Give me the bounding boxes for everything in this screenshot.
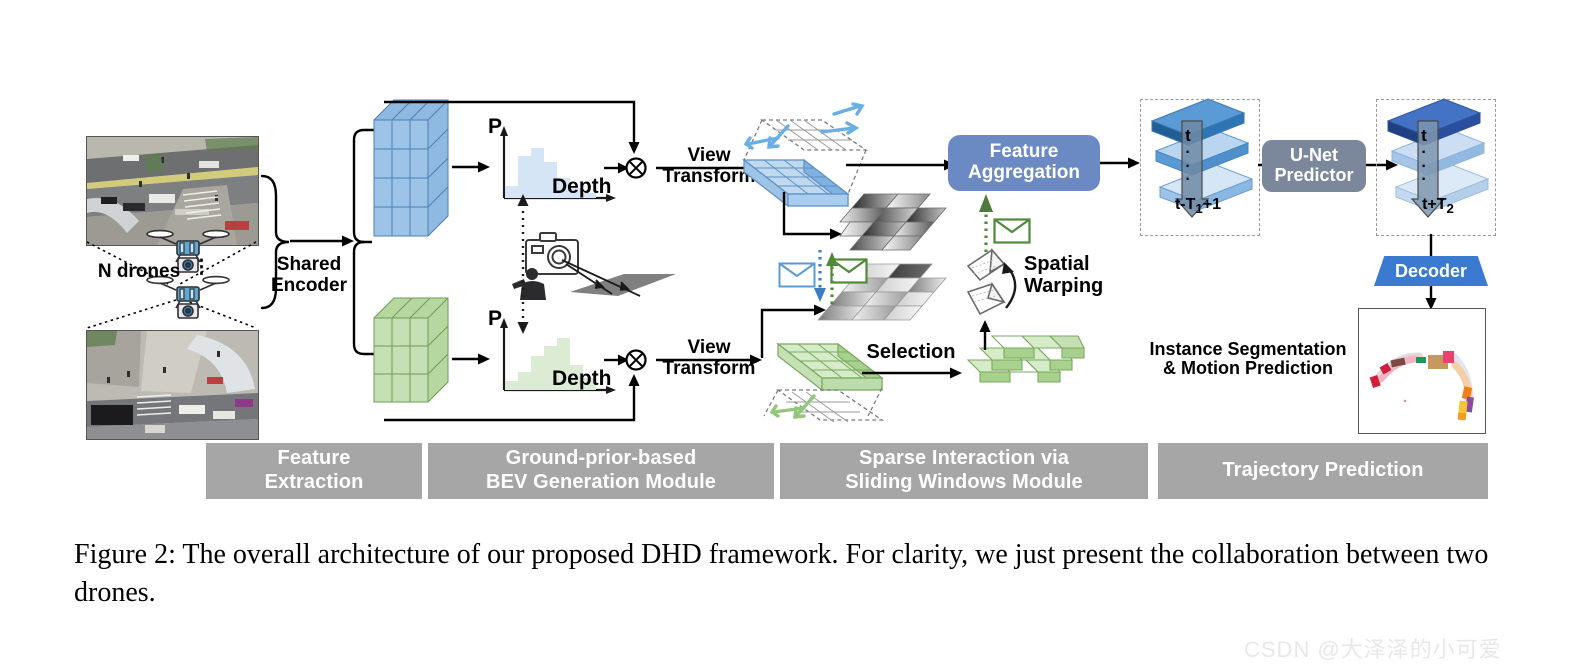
history-top-label: t (1185, 126, 1191, 145)
drones-ellipsis: ⋮ (192, 257, 211, 278)
aggregation-to-history-arrow (1100, 157, 1140, 169)
blue-skip-connection (384, 100, 640, 154)
shared-encoder-label: Shared Encoder (266, 254, 352, 296)
stage-3-line1: Trajectory Prediction (1222, 459, 1424, 482)
feature-aggregation-line2: Aggregation (968, 162, 1080, 183)
attention-map-upper (839, 193, 947, 251)
bev-slab-blue-to-aggregation-arrow (846, 159, 956, 171)
stage-trajectory-prediction: Trajectory Prediction (1158, 443, 1488, 499)
blue-cube-to-hist-arrow (452, 161, 490, 173)
envelope-icon-green-upper (993, 218, 1031, 244)
envelope-icon-blue (778, 262, 816, 288)
shared-encoder-line1: Shared (276, 254, 342, 275)
shared-encoder-line2: Encoder (270, 274, 348, 296)
ground-prior-icon (512, 232, 676, 300)
result-caption-line2: & Motion Prediction (1163, 358, 1333, 379)
stage-0-line2: Extraction (264, 471, 364, 493)
shared-encoder-arrow (290, 235, 354, 247)
green-cube-to-hist-arrow (452, 353, 490, 365)
green-skip-connection (384, 374, 640, 422)
stage-2-line1: Sparse Interaction via (858, 447, 1070, 470)
aerial-image-bottom (86, 330, 259, 440)
unet-predictor-box[interactable]: U-Net Predictor (1262, 140, 1366, 192)
stage-1-line2: BEV Generation Module (486, 471, 716, 493)
axis-label-depth-blue: Depth (552, 175, 612, 198)
frustum-pair-icon (966, 248, 1017, 316)
decoder-box[interactable]: Decoder (1374, 256, 1488, 286)
spatial-warping-line2: Warping (1024, 274, 1104, 297)
future-bottom-label: t+T2 (1422, 196, 1454, 217)
spatial-warping-line1: Spatial (1024, 253, 1090, 275)
result-caption: Instance Segmentation & Motion Predictio… (1140, 339, 1356, 379)
future-dots: · · · (1421, 144, 1427, 189)
warping-input-arrow (979, 320, 991, 350)
axis-label-p-green: P (488, 307, 503, 330)
spatial-warping-label: Spatial Warping (1024, 253, 1120, 297)
stage-sparse-interaction: Sparse Interaction via Sliding Windows M… (780, 443, 1148, 499)
stage-2-line2: Sliding Windows Module (845, 471, 1083, 493)
unet-line2: Predictor (1274, 165, 1354, 185)
stage-1-line1: Ground-prior-based (505, 447, 697, 470)
aggregation-input-arrow-green (979, 194, 993, 252)
stage-feature-extraction: Feature Extraction (206, 443, 422, 499)
view-transform-arrow-green (656, 354, 762, 366)
multiply-node-green (604, 349, 647, 371)
stage-bev-generation: Ground-prior-based BEV Generation Module (428, 443, 774, 499)
future-top-label: t (1421, 126, 1427, 145)
future-to-decoder-arrow (1429, 234, 1433, 256)
history-dots: · · · (1185, 144, 1191, 189)
result-image (1358, 308, 1486, 434)
selection-arrow (862, 367, 962, 379)
history-bottom-label: t-T1+1 (1174, 196, 1222, 217)
csdn-watermark: CSDN @大泽泽的小可爱 (1244, 637, 1502, 662)
n-drones-label: N drones (97, 261, 181, 282)
selection-label: Selection (866, 341, 956, 363)
stage-0-line1: Feature (277, 447, 351, 470)
multiply-node-blue (604, 157, 647, 179)
unet-line1: U-Net (1290, 145, 1338, 166)
result-caption-line1: Instance Segmentation (1149, 339, 1347, 359)
feature-aggregation-line1: Feature (989, 141, 1059, 163)
figure-caption: Figure 2: The overall architecture of ou… (74, 539, 1489, 608)
green-branch-to-attention-map (760, 304, 826, 358)
feature-aggregation-box[interactable]: Feature Aggregation (948, 135, 1100, 191)
